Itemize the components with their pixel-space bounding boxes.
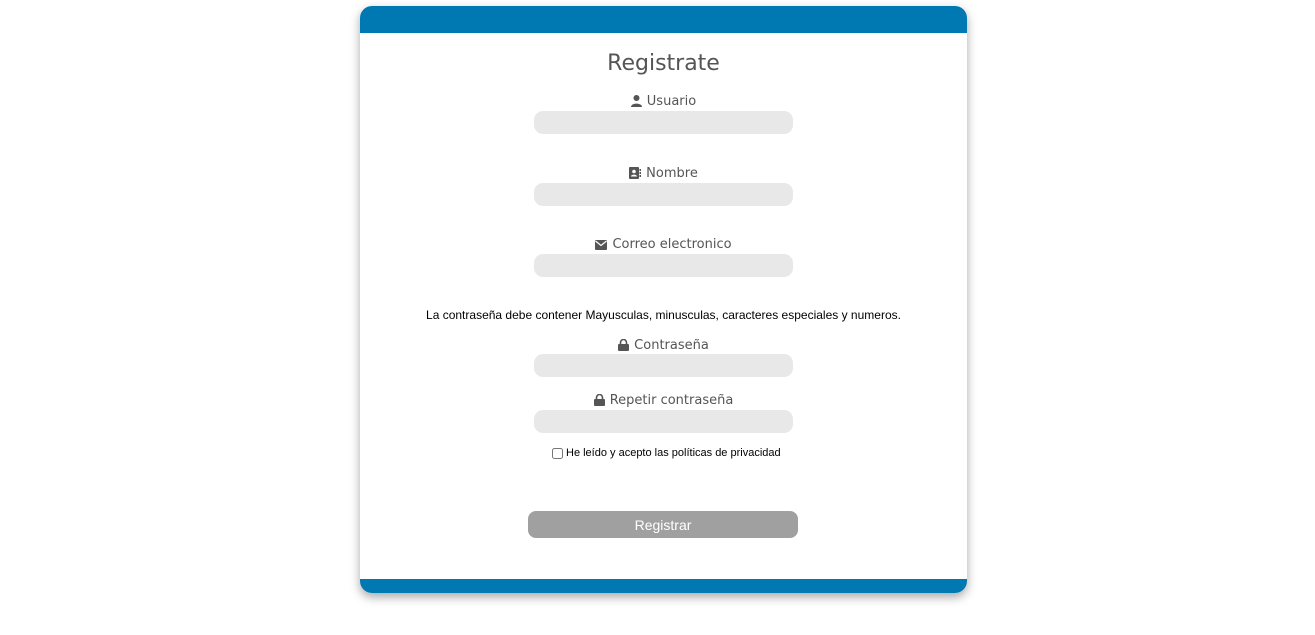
name-label: Nombre (360, 166, 967, 182)
email-label-text: Correo electronico (612, 237, 732, 252)
envelope-icon (595, 240, 608, 250)
register-card: Registrate Usuario Nombre Correo electro… (360, 6, 967, 593)
repeat-password-input[interactable] (534, 410, 793, 433)
lock-icon (618, 339, 630, 351)
email-label: Correo electronico (360, 237, 967, 253)
privacy-label: He leído y acepto las políticas de priva… (566, 447, 781, 459)
email-input[interactable] (534, 254, 793, 277)
repeat-password-label-text: Repetir contraseña (609, 393, 734, 408)
username-label: Usuario (360, 94, 967, 110)
card-footer-bar (360, 579, 967, 593)
contact-card-icon (629, 167, 642, 179)
name-label-text: Nombre (646, 166, 698, 181)
name-input[interactable] (534, 183, 793, 206)
password-label: Contraseña (360, 338, 967, 354)
password-input[interactable] (534, 354, 793, 377)
user-icon (630, 95, 642, 107)
register-button[interactable]: Registrar (528, 511, 798, 538)
password-label-text: Contraseña (634, 338, 709, 353)
card-header-bar (360, 6, 967, 33)
username-input[interactable] (534, 111, 793, 134)
lock-icon (593, 394, 605, 406)
username-label-text: Usuario (646, 94, 697, 109)
page-title: Registrate (607, 51, 720, 76)
privacy-consent[interactable]: He leído y acepto las políticas de priva… (552, 447, 781, 459)
privacy-checkbox[interactable] (552, 447, 563, 459)
repeat-password-label: Repetir contraseña (360, 393, 967, 409)
password-hint: La contraseña debe contener Mayusculas, … (426, 308, 901, 322)
